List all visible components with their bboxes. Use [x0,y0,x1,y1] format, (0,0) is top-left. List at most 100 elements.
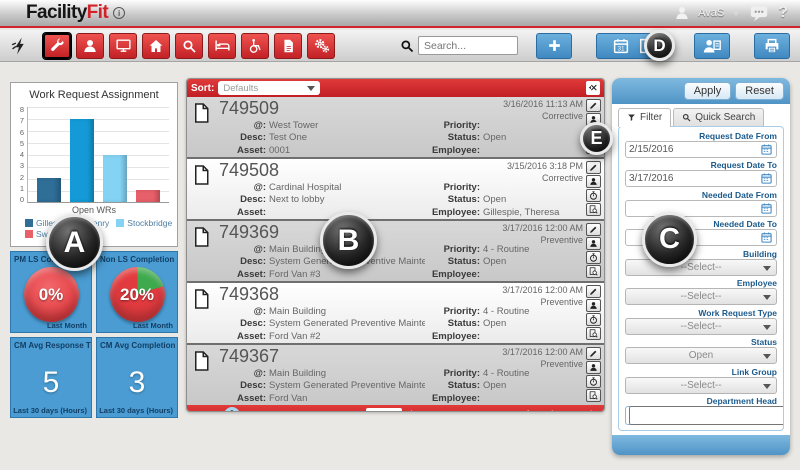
page-2[interactable]: 2 [243,410,257,411]
reset-button[interactable]: Reset [735,82,784,100]
refresh-icon[interactable] [586,409,597,411]
timer-button[interactable] [586,189,601,203]
view-details-button[interactable] [586,203,601,217]
bed-icon [214,37,231,54]
work-request-row[interactable]: 749367 3/17/2016 12:00 AM Preventive @: Ma… [187,343,604,406]
work-request-type-dropdown[interactable]: --Select-- [625,317,777,335]
per-page-label: / Page [409,410,438,411]
edit-button[interactable] [586,99,601,112]
assign-employee-button[interactable] [586,361,601,375]
view-details-button[interactable] [586,265,601,279]
document-icon [187,97,213,157]
annotation-badge-e: E [580,122,613,155]
tab-filter[interactable]: Filter [618,108,672,127]
main-toolbar: 31 [0,30,800,62]
request-datetime: 3/17/2016 12:00 AM [502,347,583,358]
user-icon [674,5,690,21]
work-request-row[interactable]: 749368 3/17/2016 12:00 AM Preventive @: Ma… [187,281,604,344]
view-details-button[interactable] [586,389,601,403]
edit-button[interactable] [586,161,601,175]
rooms-button[interactable] [208,32,236,59]
assign-employee-button[interactable] [586,175,601,189]
accessibility-button[interactable] [241,32,269,59]
search-module-button[interactable] [175,32,203,59]
calendar-icon[interactable] [760,143,773,156]
calendar-icon[interactable] [760,231,773,244]
chevron-down-icon [763,354,771,359]
chevron-down-icon [763,265,771,271]
sort-dropdown[interactable]: Defaults [218,81,321,95]
monitor-button[interactable] [109,32,137,59]
home-button[interactable] [142,32,170,59]
documents-button[interactable] [274,32,302,59]
work-requests-button[interactable] [43,32,71,59]
employee-report-button[interactable] [694,32,730,59]
funnel-icon [627,113,636,122]
status-dropdown[interactable]: Open [625,347,777,364]
chevron-down-icon[interactable] [732,10,741,16]
tile-cm-avg-completion-time[interactable]: CM Avg Completion Time 3 Last 30 days (H… [96,336,178,418]
search-input[interactable] [418,36,518,55]
document-icon [187,221,213,281]
wrench-icon [49,37,66,54]
home-icon [148,38,164,54]
people-button[interactable] [76,32,104,59]
edit-button[interactable] [586,285,601,299]
next-page-button[interactable] [328,409,340,411]
timer-button[interactable] [586,313,601,327]
first-page-button[interactable] [194,409,206,411]
page-4[interactable]: 4 [277,410,291,411]
assign-employee-button[interactable] [586,299,601,313]
request-datetime: 3/17/2016 12:00 AM [502,285,583,296]
annotation-badge-c: C [642,212,697,267]
prev-page-button[interactable] [209,409,221,411]
print-button[interactable] [754,32,790,59]
legend-swatch [116,219,125,227]
tile-cm-avg-response-time[interactable]: CM Avg Response Time 5 Last 30 days (Hou… [10,336,92,418]
settings-button[interactable] [307,32,335,59]
timer-button[interactable] [586,251,601,265]
request-date-from-input[interactable] [629,143,760,155]
request-type: Preventive [540,234,583,245]
search-icon [682,113,691,122]
work-request-row[interactable]: 749369 3/17/2016 12:00 AM Preventive @: Ma… [187,219,604,282]
request-date-to-input[interactable] [629,173,760,184]
document-icon [187,345,213,405]
timer-button[interactable] [586,375,601,389]
link-group-dropdown[interactable]: --Select-- [625,376,777,394]
building-dropdown[interactable]: --Select-- [625,258,777,276]
page-size-dropdown[interactable]: 5 [366,408,402,411]
edit-button[interactable] [586,347,601,361]
chat-icon[interactable] [748,4,770,22]
view-details-button[interactable] [586,327,601,341]
employee-dropdown[interactable]: --Select-- [625,288,777,305]
last-page-button[interactable] [343,409,355,411]
bar-henry [69,118,94,202]
page-3[interactable]: 3 [260,410,274,411]
add-button[interactable] [536,32,572,59]
tab-quick-search[interactable]: Quick Search [673,108,765,127]
document-icon [187,283,213,343]
assign-employee-button[interactable] [586,237,601,251]
help-button[interactable]: ? [778,4,788,22]
work-request-row[interactable]: 749508 3/15/2016 3:18 PM Corrective @: Car… [187,157,604,220]
edit-button[interactable] [586,223,601,237]
request-datetime: 3/16/2016 11:13 AM [503,99,583,109]
info-icon[interactable]: i [113,7,126,19]
monitor-icon [115,37,132,54]
request-datetime: 3/17/2016 12:00 AM [502,223,583,234]
apply-button[interactable]: Apply [683,82,732,100]
work-request-row[interactable]: 749509 3/16/2016 11:13 AM Corrective @: We… [187,97,604,158]
tile-non-ls-completion[interactable]: Non LS Completion 20% Last Month [96,251,178,333]
user-menu[interactable]: AvaS [698,7,724,19]
chevron-down-icon [307,85,316,91]
flash-icon[interactable] [10,36,30,56]
page-5[interactable]: 5 [294,410,308,411]
department-head-input[interactable] [629,406,783,425]
calendar-icon[interactable] [760,202,773,215]
collapse-button[interactable] [586,81,600,95]
bar-swartzel [136,190,161,202]
page-1[interactable]: 1 [224,407,240,411]
needed-date-from-input[interactable] [629,202,760,214]
calendar-icon[interactable] [760,172,773,185]
